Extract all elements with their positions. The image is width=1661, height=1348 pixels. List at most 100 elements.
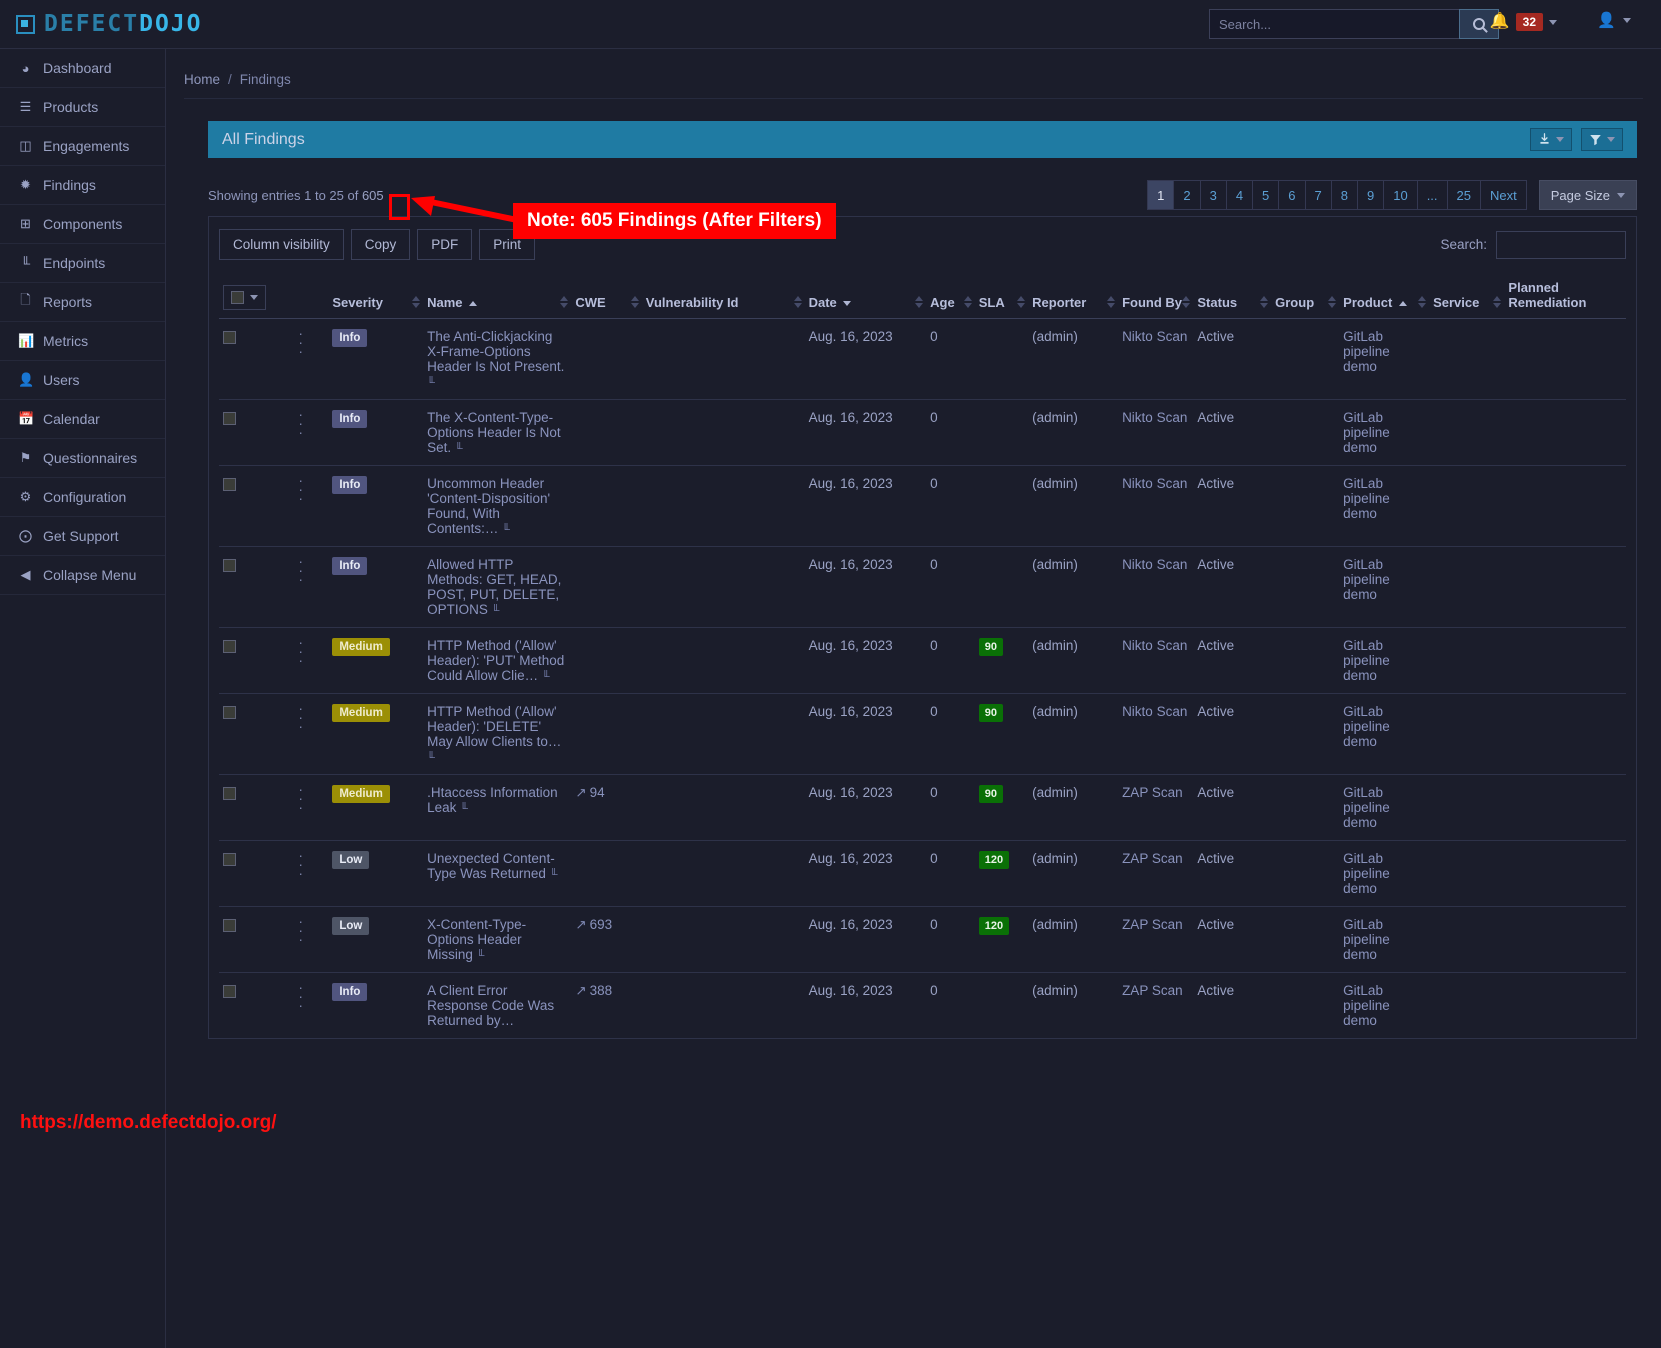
kebab-menu-icon[interactable]: · · · bbox=[298, 782, 324, 814]
cell-product[interactable]: GitLab pipeline demo bbox=[1339, 465, 1430, 547]
cell-product[interactable]: GitLab pipeline demo bbox=[1339, 693, 1430, 775]
cell-actions[interactable]: · · · bbox=[294, 693, 329, 775]
chevron-down-icon[interactable] bbox=[1549, 19, 1557, 25]
cell-select[interactable] bbox=[219, 840, 295, 907]
col-age[interactable]: Age bbox=[926, 274, 975, 319]
product-link[interactable]: GitLab pipeline demo bbox=[1343, 917, 1390, 962]
global-search-input[interactable] bbox=[1209, 9, 1459, 39]
product-link[interactable]: GitLab pipeline demo bbox=[1343, 476, 1390, 521]
table-row[interactable]: · · · Info The X-Content-Type-Options Header… bbox=[219, 399, 1626, 466]
sort-icon[interactable] bbox=[1182, 296, 1191, 308]
sort-icon[interactable] bbox=[963, 296, 972, 308]
row-checkbox[interactable] bbox=[223, 411, 236, 425]
pagination-page-2[interactable]: 2 bbox=[1174, 180, 1201, 210]
kebab-menu-icon[interactable]: · · · bbox=[298, 848, 324, 880]
table-row[interactable]: · · · Low X-Content-Type-Options Header Miss… bbox=[219, 906, 1626, 973]
col-date[interactable]: Date bbox=[804, 274, 927, 319]
found-by-link[interactable]: Nikto Scan bbox=[1122, 329, 1187, 344]
kebab-menu-icon[interactable]: · · · bbox=[298, 980, 324, 1012]
product-link[interactable]: GitLab pipeline demo bbox=[1343, 557, 1390, 602]
finding-name-link[interactable]: .Htaccess Information Leak bbox=[427, 785, 558, 815]
kebab-menu-icon[interactable]: · · · bbox=[298, 473, 324, 505]
col-name[interactable]: Name bbox=[423, 274, 572, 319]
pagination-page-9[interactable]: 9 bbox=[1357, 180, 1385, 210]
sidebar-item-calendar[interactable]: 📅 Calendar bbox=[0, 400, 165, 439]
col-select-all[interactable] bbox=[219, 274, 295, 319]
filter-button[interactable] bbox=[1581, 128, 1623, 151]
table-row[interactable]: · · · Medium HTTP Method ('Allow' Header): '… bbox=[219, 693, 1626, 775]
cell-product[interactable]: GitLab pipeline demo bbox=[1339, 906, 1430, 973]
cell-found-by[interactable]: Nikto Scan bbox=[1118, 546, 1194, 628]
cell-name[interactable]: Allowed HTTP Methods: GET, HEAD, POST, P… bbox=[423, 546, 572, 628]
cell-actions[interactable]: · · · bbox=[294, 465, 329, 547]
col-status[interactable]: Status bbox=[1193, 274, 1272, 319]
kebab-menu-icon[interactable]: · · · bbox=[298, 701, 324, 733]
sidebar-item-reports[interactable]: 🗋 Reports bbox=[0, 283, 165, 322]
column-visibility-button[interactable]: Column visibility bbox=[219, 229, 344, 260]
sort-icon[interactable] bbox=[630, 296, 639, 308]
row-checkbox[interactable] bbox=[223, 705, 236, 719]
row-checkbox[interactable] bbox=[223, 984, 236, 998]
brand-logo[interactable]: DEFECTDOJO bbox=[16, 11, 202, 37]
cell-product[interactable]: GitLab pipeline demo bbox=[1339, 399, 1430, 466]
cell-found-by[interactable]: Nikto Scan bbox=[1118, 693, 1194, 775]
finding-name-link[interactable]: A Client Error Response Code Was Returne… bbox=[427, 983, 554, 1028]
product-link[interactable]: GitLab pipeline demo bbox=[1343, 410, 1390, 455]
cell-name[interactable]: Unexpected Content-Type Was Returned ╙ bbox=[423, 840, 572, 907]
cell-actions[interactable]: · · · bbox=[294, 318, 329, 400]
col-cwe[interactable]: CWE bbox=[571, 274, 642, 319]
cell-cwe-link[interactable]: 693 bbox=[590, 917, 613, 932]
product-link[interactable]: GitLab pipeline demo bbox=[1343, 704, 1390, 749]
pagination-page-8[interactable]: 8 bbox=[1331, 180, 1358, 210]
col-vulnerability-id[interactable]: Vulnerability Id bbox=[641, 274, 805, 319]
cell-found-by[interactable]: Nikto Scan bbox=[1118, 465, 1194, 547]
user-menu[interactable]: 👤 bbox=[1597, 13, 1631, 28]
finding-name-link[interactable]: Unexpected Content-Type Was Returned bbox=[427, 851, 555, 881]
col-service[interactable]: Service bbox=[1429, 274, 1505, 319]
cell-product[interactable]: GitLab pipeline demo bbox=[1339, 546, 1430, 628]
kebab-menu-icon[interactable]: · · · bbox=[298, 635, 324, 667]
sidebar-item-get-support[interactable]: ⨀ Get Support bbox=[0, 517, 165, 556]
cell-select[interactable] bbox=[219, 318, 295, 400]
col-planned-remediation[interactable]: Planned Remediation bbox=[1504, 274, 1626, 319]
pagination-page-25[interactable]: 25 bbox=[1447, 180, 1481, 210]
cell-found-by[interactable]: Nikto Scan bbox=[1118, 627, 1194, 694]
cell-found-by[interactable]: ZAP Scan bbox=[1118, 840, 1194, 907]
table-row[interactable]: · · · Medium HTTP Method ('Allow' Header): '… bbox=[219, 627, 1626, 694]
cell-found-by[interactable]: ZAP Scan bbox=[1118, 906, 1194, 973]
cell-name[interactable]: HTTP Method ('Allow' Header): 'PUT' Meth… bbox=[423, 627, 572, 694]
found-by-link[interactable]: Nikto Scan bbox=[1122, 638, 1187, 653]
cell-select[interactable] bbox=[219, 693, 295, 775]
export-download-button[interactable] bbox=[1530, 128, 1572, 151]
kebab-menu-icon[interactable]: · · · bbox=[298, 407, 324, 439]
sort-icon[interactable] bbox=[793, 296, 802, 308]
cell-cwe-link[interactable]: 94 bbox=[590, 785, 605, 800]
found-by-link[interactable]: Nikto Scan bbox=[1122, 557, 1187, 572]
cell-select[interactable] bbox=[219, 465, 295, 547]
col-severity[interactable]: Severity bbox=[328, 274, 424, 319]
sidebar-item-configuration[interactable]: ⚙ Configuration bbox=[0, 478, 165, 517]
product-link[interactable]: GitLab pipeline demo bbox=[1343, 785, 1390, 830]
found-by-link[interactable]: ZAP Scan bbox=[1122, 785, 1183, 800]
cell-found-by[interactable]: Nikto Scan bbox=[1118, 318, 1194, 400]
table-search-input[interactable] bbox=[1496, 230, 1626, 259]
breadcrumb-home[interactable]: Home bbox=[184, 72, 220, 87]
cell-name[interactable]: .Htaccess Information Leak ╙ bbox=[423, 774, 572, 841]
col-reporter[interactable]: Reporter bbox=[1028, 274, 1119, 319]
cell-product[interactable]: GitLab pipeline demo bbox=[1339, 774, 1430, 841]
cell-name[interactable]: HTTP Method ('Allow' Header): 'DELETE' M… bbox=[423, 693, 572, 775]
table-row[interactable]: · · · Info Allowed HTTP Methods: GET, HEAD, … bbox=[219, 546, 1626, 628]
global-search[interactable] bbox=[1209, 9, 1499, 39]
sort-icon[interactable] bbox=[1017, 296, 1026, 308]
pagination-page-7[interactable]: 7 bbox=[1305, 180, 1332, 210]
cell-name[interactable]: The X-Content-Type-Options Header Is Not… bbox=[423, 399, 572, 466]
kebab-menu-icon[interactable]: · · · bbox=[298, 554, 324, 586]
cell-select[interactable] bbox=[219, 399, 295, 466]
cell-found-by[interactable]: ZAP Scan bbox=[1118, 973, 1193, 1039]
sort-icon[interactable] bbox=[915, 296, 924, 308]
product-link[interactable]: GitLab pipeline demo bbox=[1343, 329, 1390, 374]
sidebar-item-dashboard[interactable]: ◕ Dashboard bbox=[0, 49, 165, 88]
table-row[interactable]: · · · Info The Anti-Clickjacking X-Frame-Opt… bbox=[219, 318, 1626, 400]
select-all-checkbox[interactable] bbox=[231, 291, 244, 304]
sort-icon-asc[interactable] bbox=[469, 301, 478, 306]
